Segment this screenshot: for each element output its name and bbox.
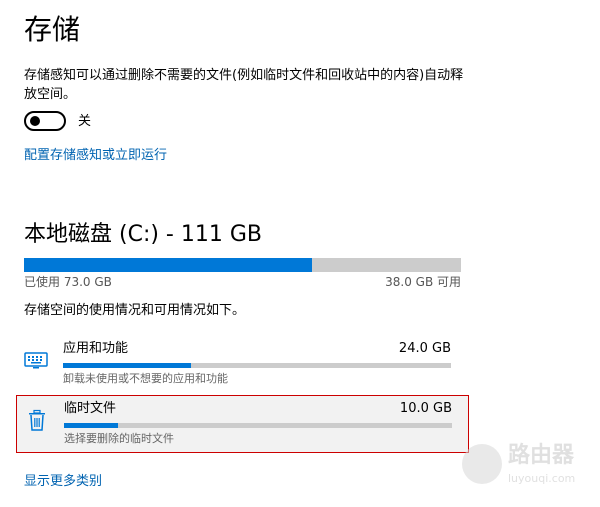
category-apps-features[interactable]: 应用和功能 24.0 GB 卸载未使用或不想要的应用和功能 bbox=[16, 336, 467, 392]
watermark-subtext: luyouqi.com bbox=[508, 472, 576, 485]
category-name: 应用和功能 bbox=[63, 341, 129, 356]
category-usage-fill bbox=[64, 423, 119, 428]
drive-free-label: 38.0 GB 可用 bbox=[385, 275, 461, 289]
drive-usage-bar bbox=[24, 258, 461, 272]
category-size: 10.0 GB bbox=[399, 401, 452, 416]
trash-icon bbox=[25, 408, 49, 432]
storage-sense-toggle-label: 关 bbox=[78, 114, 92, 129]
category-subtitle: 选择要删除的临时文件 bbox=[64, 432, 174, 445]
watermark-text: 路由器 bbox=[508, 443, 575, 468]
drive-used-label: 已使用 73.0 GB bbox=[24, 275, 112, 289]
watermark-logo: 路由器 luyouqi.com bbox=[462, 440, 594, 496]
show-more-categories-link[interactable]: 显示更多类别 bbox=[24, 473, 102, 491]
category-name: 临时文件 bbox=[64, 401, 117, 416]
watermark-router-icon bbox=[462, 444, 502, 484]
storage-sense-description: 存储感知可以通过删除不需要的文件(例如临时文件和回收站中的内容)自动释放空间。 bbox=[24, 68, 464, 102]
drive-title: 本地磁盘 (C:) - 111 GB bbox=[24, 222, 262, 247]
category-usage-bar bbox=[64, 423, 452, 428]
page-title: 存储 bbox=[24, 13, 81, 46]
storage-sense-toggle[interactable] bbox=[24, 111, 66, 131]
storage-usage-intro: 存储空间的使用情况和可用情况如下。 bbox=[24, 303, 246, 318]
toggle-knob bbox=[30, 116, 40, 126]
category-usage-fill bbox=[63, 363, 192, 368]
configure-storage-sense-link[interactable]: 配置存储感知或立即运行 bbox=[24, 147, 167, 165]
keyboard-icon bbox=[24, 348, 48, 372]
category-size: 24.0 GB bbox=[398, 341, 451, 356]
category-usage-bar bbox=[63, 363, 451, 368]
category-subtitle: 卸载未使用或不想要的应用和功能 bbox=[63, 372, 228, 385]
drive-usage-fill bbox=[24, 258, 312, 272]
category-temp-files[interactable]: 临时文件 10.0 GB 选择要删除的临时文件 bbox=[16, 395, 469, 453]
